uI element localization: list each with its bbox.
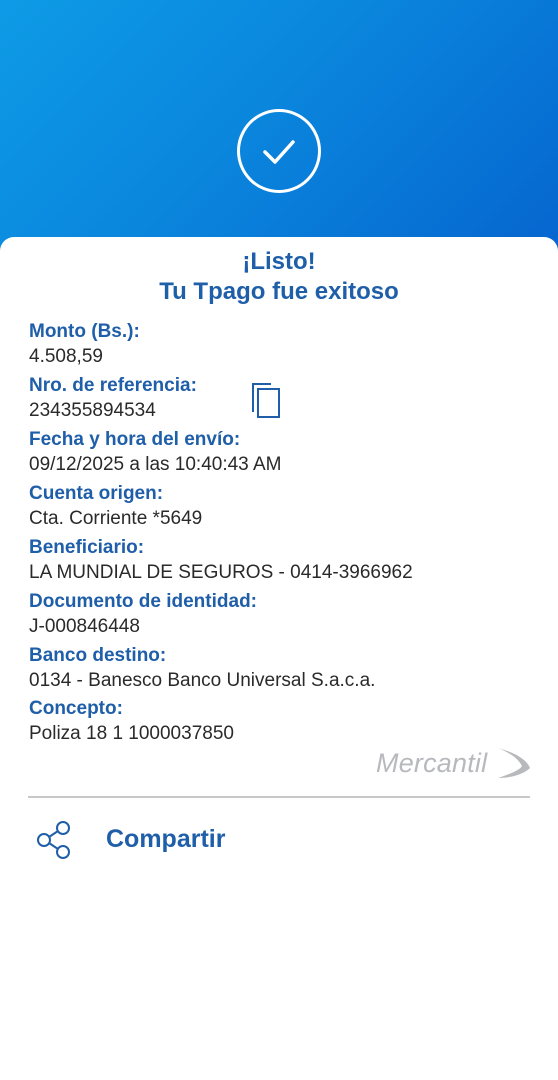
field-datetime-label: Fecha y hora del envío: <box>29 429 241 450</box>
field-amount: Monto (Bs.): 4.508,59 <box>29 321 140 368</box>
copy-icon[interactable] <box>249 382 283 420</box>
field-amount-label: Monto (Bs.): <box>29 321 140 342</box>
field-beneficiary-label: Beneficiario: <box>29 537 145 558</box>
field-reference-label: Nro. de referencia: <box>29 375 197 396</box>
header-banner <box>0 0 558 260</box>
field-source-account-label: Cuenta origen: <box>29 483 164 504</box>
share-button[interactable]: Compartir <box>28 815 328 865</box>
brand-name: Mercantil <box>376 748 488 778</box>
field-destination-bank-value: 0134 - Banesco Banco Universal S.a.c.a. <box>29 670 376 691</box>
field-reference: Nro. de referencia: 234355894534 <box>29 375 197 422</box>
ship-icon <box>498 748 530 778</box>
field-beneficiary-value: LA MUNDIAL DE SEGUROS - 0414-3966962 <box>29 562 413 583</box>
field-amount-value: 4.508,59 <box>29 346 103 367</box>
field-destination-bank: Banco destino: 0134 - Banesco Banco Univ… <box>29 645 375 692</box>
share-icon <box>35 820 75 865</box>
share-label: Compartir <box>106 825 226 853</box>
divider <box>28 796 530 798</box>
field-beneficiary: Beneficiario: LA MUNDIAL DE SEGUROS - 04… <box>29 537 413 584</box>
field-source-account: Cuenta origen: Cta. Corriente *5649 <box>29 483 202 530</box>
field-datetime: Fecha y hora del envío: 09/12/2025 a las… <box>29 429 281 476</box>
field-concept: Concepto: Poliza 18 1 1000037850 <box>29 698 234 745</box>
field-id-document-value: J-000846448 <box>29 616 140 637</box>
check-circle-icon <box>237 109 321 193</box>
field-concept-label: Concepto: <box>29 698 123 719</box>
receipt-card: ¡Listo! Tu Tpago fue exitoso Monto (Bs.)… <box>0 237 558 1080</box>
field-id-document: Documento de identidad: J-000846448 <box>29 591 257 638</box>
field-reference-value: 234355894534 <box>29 400 156 421</box>
field-source-account-value: Cta. Corriente *5649 <box>29 508 203 529</box>
field-destination-bank-label: Banco destino: <box>29 645 167 666</box>
mercantil-logo: Mercantil <box>376 742 532 784</box>
success-title: ¡Listo! <box>242 248 316 275</box>
field-id-document-label: Documento de identidad: <box>29 591 257 612</box>
field-datetime-value: 09/12/2025 a las 10:40:43 AM <box>29 454 282 475</box>
success-subtitle: Tu Tpago fue exitoso <box>159 278 399 305</box>
field-concept-value: Poliza 18 1 1000037850 <box>29 723 234 744</box>
